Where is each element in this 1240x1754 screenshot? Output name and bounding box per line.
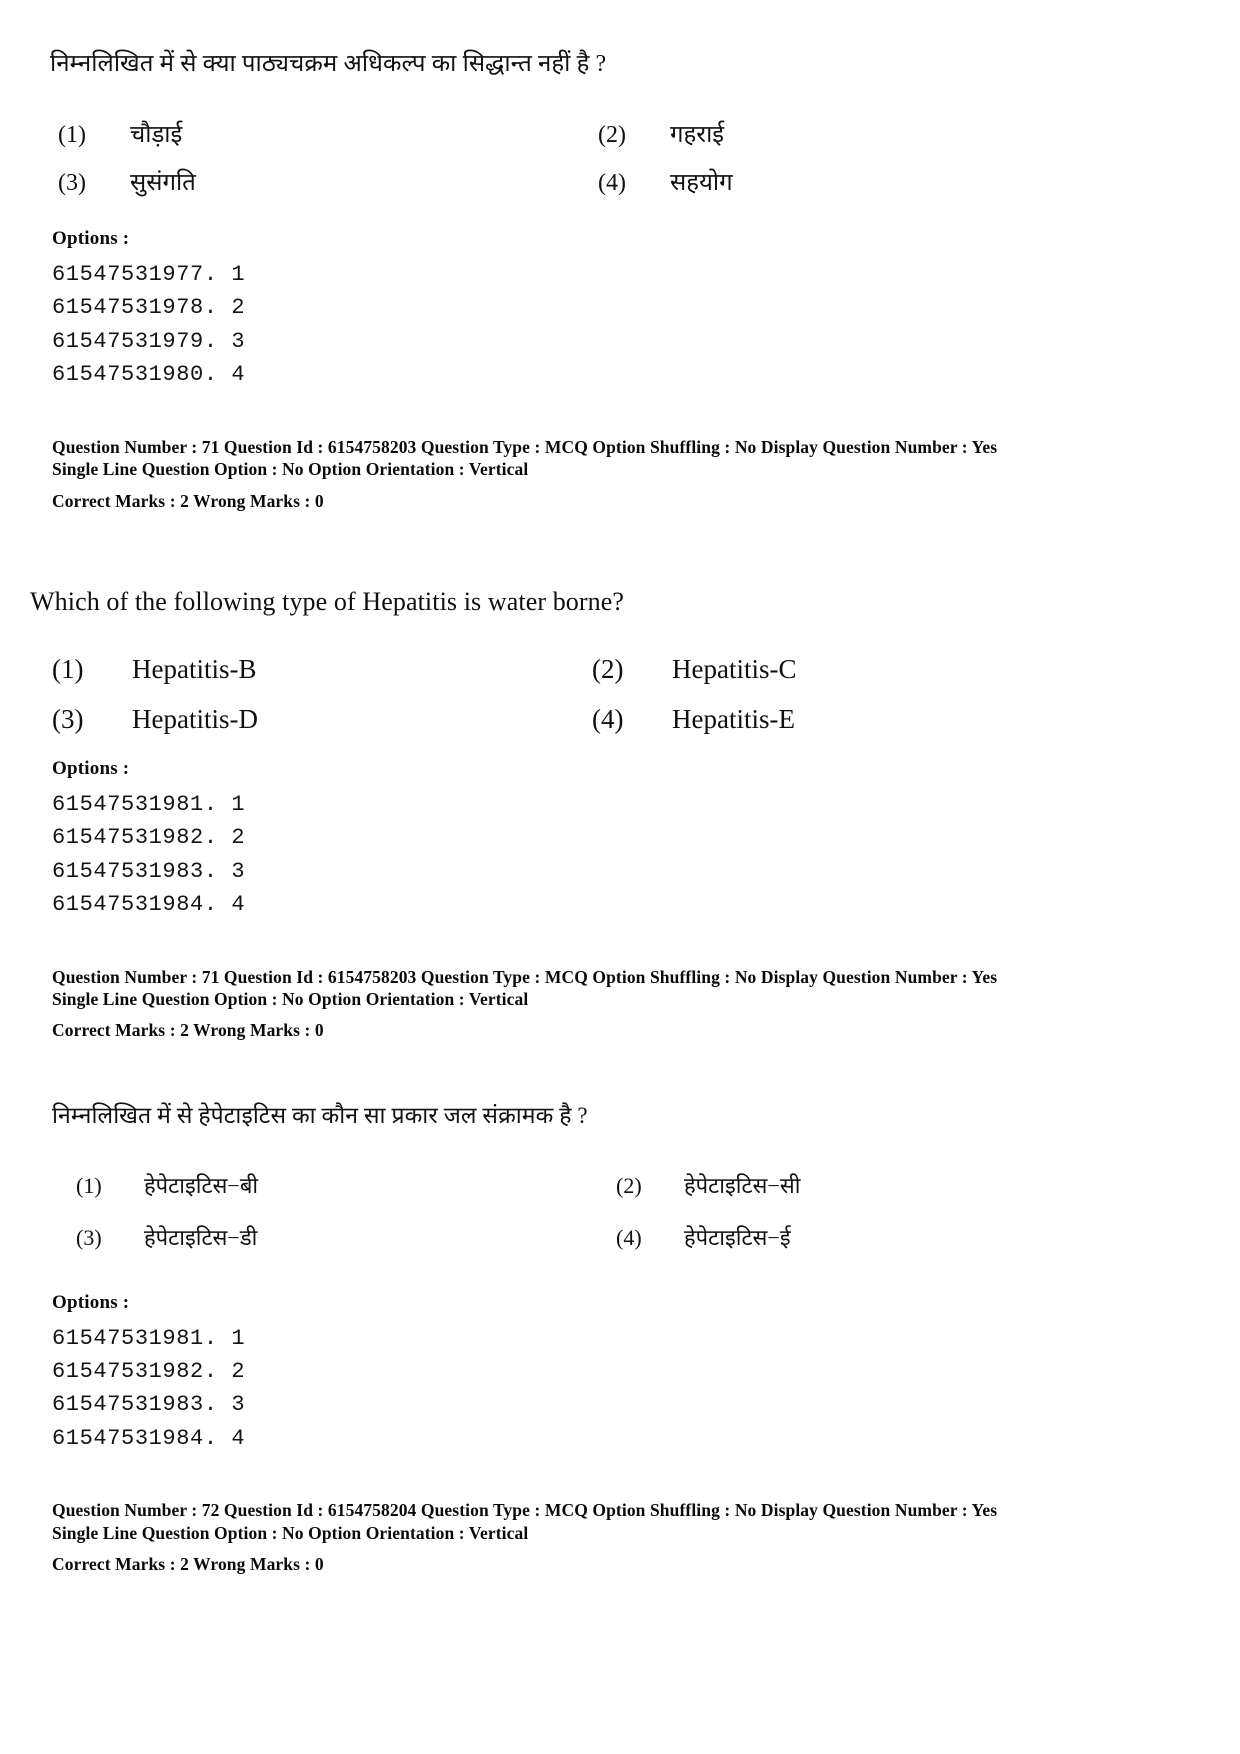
option-label: Hepatitis-B xyxy=(132,654,257,684)
question-block-71-english: Which of the following type of Hepatitis… xyxy=(30,584,1180,1042)
option-grid: (1) Hepatitis-B (2) Hepatitis-C (3) Hepa… xyxy=(30,635,1180,736)
option-item[interactable]: (3) Hepatitis-D xyxy=(52,685,592,735)
option-item[interactable]: (4) हेपेटाइटिस−ई xyxy=(616,1199,1180,1251)
option-label: Hepatitis-C xyxy=(672,654,797,684)
option-number: (3) xyxy=(76,1225,102,1251)
option-grid: (1) हेपेटाइटिस−बी (2) हेपेटाइटिस−सी (3) … xyxy=(30,1147,1180,1252)
option-item[interactable]: (4) Hepatitis-E xyxy=(592,685,1180,735)
option-label: सुसंगति xyxy=(130,170,196,197)
option-id: 61547531984. 4 xyxy=(52,1425,246,1451)
metadata-line-2: Single Line Question Option : No Option … xyxy=(52,1522,529,1543)
option-label: गहराई xyxy=(670,122,725,149)
metadata-line-3: Correct Marks : 2 Wrong Marks : 0 xyxy=(52,1554,324,1575)
options-heading: Options : xyxy=(52,1291,130,1313)
option-id: 61547531983. 3 xyxy=(52,858,246,884)
option-id: 61547531978. 2 xyxy=(52,295,246,321)
option-label: चौड़ाई xyxy=(130,122,183,149)
option-number: (4) xyxy=(598,170,626,197)
option-item[interactable]: (2) हेपेटाइटिस−सी xyxy=(616,1147,1180,1199)
option-label: Hepatitis-D xyxy=(132,704,258,735)
question-text: Which of the following type of Hepatitis… xyxy=(30,586,625,616)
option-number: (1) xyxy=(52,654,84,684)
option-label: हेपेटाइटिस−ई xyxy=(684,1225,791,1251)
metadata-line-1: Question Number : 71 Question Id : 61547… xyxy=(52,436,998,457)
option-item[interactable]: (2) Hepatitis-C xyxy=(592,635,1180,685)
option-label: हेपेटाइटिस−बी xyxy=(144,1172,259,1198)
option-id: 61547531982. 2 xyxy=(52,1358,246,1384)
option-id: 61547531982. 2 xyxy=(52,825,246,851)
option-item[interactable]: (3) सुसंगति xyxy=(58,150,598,198)
metadata-line-1: Question Number : 72 Question Id : 61547… xyxy=(52,1500,998,1521)
option-id: 61547531981. 1 xyxy=(52,1325,246,1351)
option-grid: (1) चौड़ाई (2) गहराई (3) सुसंगति (4) सहय… xyxy=(30,102,1180,198)
option-number: (3) xyxy=(58,170,86,197)
options-heading: Options : xyxy=(52,227,130,249)
option-label: Hepatitis-E xyxy=(672,704,795,735)
option-id-list: Options : 61547531981. 1 61547531982. 2 … xyxy=(30,758,1180,922)
option-number: (4) xyxy=(592,704,624,735)
option-label: हेपेटाइटिस−सी xyxy=(684,1172,801,1198)
metadata-line-1: Question Number : 71 Question Id : 61547… xyxy=(52,966,998,987)
option-id: 61547531977. 1 xyxy=(52,261,246,287)
option-id: 61547531984. 4 xyxy=(52,892,246,918)
question-metadata: Question Number : 72 Question Id : 61547… xyxy=(30,1499,1180,1575)
option-number: (4) xyxy=(616,1225,642,1251)
option-label: हेपेटाइटिस−डी xyxy=(144,1225,258,1251)
document-page: निम्नलिखित में से क्या पाठ्यचक्रम अधिकल्… xyxy=(0,0,1240,1754)
question-block-71-hindi: निम्नलिखित में से क्या पाठ्यचक्रम अधिकल्… xyxy=(30,48,1180,512)
option-number: (2) xyxy=(616,1172,642,1198)
option-label: सहयोग xyxy=(670,170,733,197)
metadata-line-3: Correct Marks : 2 Wrong Marks : 0 xyxy=(52,490,324,511)
option-number: (2) xyxy=(598,122,626,149)
option-id: 61547531979. 3 xyxy=(52,328,246,354)
option-id: 61547531980. 4 xyxy=(52,362,246,388)
option-number: (1) xyxy=(58,122,86,149)
option-number: (2) xyxy=(592,654,624,684)
metadata-line-3: Correct Marks : 2 Wrong Marks : 0 xyxy=(52,1020,324,1041)
option-item[interactable]: (1) चौड़ाई xyxy=(58,102,598,150)
question-metadata: Question Number : 71 Question Id : 61547… xyxy=(30,436,1180,512)
option-id: 61547531981. 1 xyxy=(52,791,246,817)
options-heading: Options : xyxy=(52,757,130,779)
option-item[interactable]: (2) गहराई xyxy=(598,102,1180,150)
option-item[interactable]: (1) Hepatitis-B xyxy=(52,635,592,685)
option-number: (3) xyxy=(52,704,84,735)
metadata-line-2: Single Line Question Option : No Option … xyxy=(52,459,529,480)
metadata-line-2: Single Line Question Option : No Option … xyxy=(52,988,529,1009)
question-metadata: Question Number : 71 Question Id : 61547… xyxy=(30,966,1180,1042)
question-block-72-hindi: निम्नलिखित में से हेपेटाइटिस का कौन सा प… xyxy=(30,1100,1180,1576)
option-item[interactable]: (1) हेपेटाइटिस−बी xyxy=(76,1147,616,1199)
option-id: 61547531983. 3 xyxy=(52,1392,246,1418)
option-id-list: Options : 61547531977. 1 61547531978. 2 … xyxy=(30,228,1180,392)
question-text: निम्नलिखित में से हेपेटाइटिस का कौन सा प… xyxy=(52,1102,588,1128)
option-id-list: Options : 61547531981. 1 61547531982. 2 … xyxy=(30,1292,1180,1456)
option-item[interactable]: (3) हेपेटाइटिस−डी xyxy=(76,1199,616,1251)
question-text: निम्नलिखित में से क्या पाठ्यचक्रम अधिकल्… xyxy=(50,51,607,77)
option-item[interactable]: (4) सहयोग xyxy=(598,150,1180,198)
option-number: (1) xyxy=(76,1172,102,1198)
